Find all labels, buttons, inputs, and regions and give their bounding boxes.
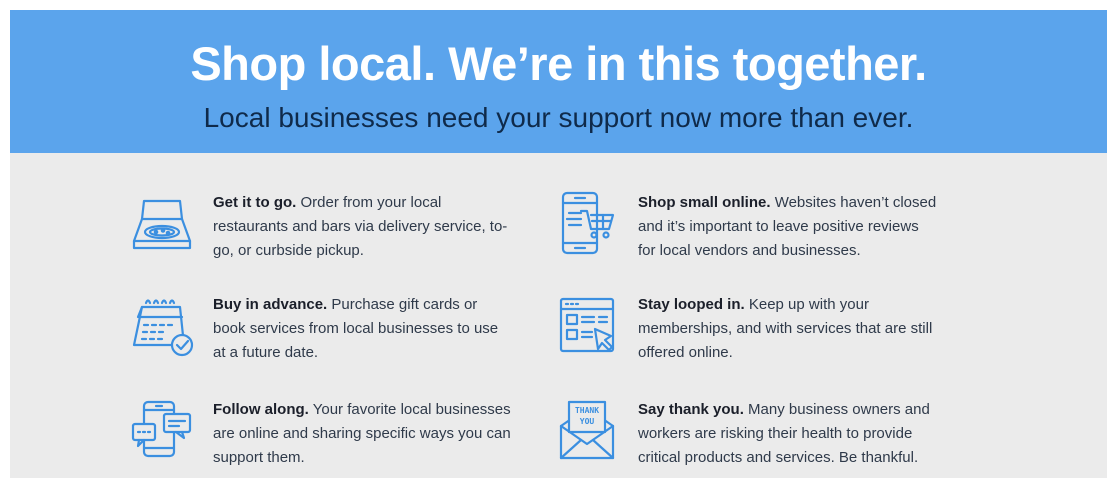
svg-text:THANK: THANK — [575, 406, 599, 415]
headline: Shop local. We’re in this together. — [190, 37, 927, 90]
shop-local-card: Shop local. We’re in this together. Loca… — [10, 10, 1107, 478]
phone-cart-icon — [555, 191, 619, 255]
tip-title: Shop small online. — [638, 194, 771, 211]
tip-title: Buy in advance. — [213, 296, 328, 313]
phone-chat-icon — [130, 398, 194, 462]
tip-text: Follow along. Your favorite local busine… — [213, 398, 513, 470]
tip-title: Stay looped in. — [638, 296, 745, 313]
calendar-check-icon — [130, 293, 194, 357]
tip-text: Say thank you. Many business owners and … — [638, 398, 938, 470]
tip-title: Say thank you. — [638, 401, 744, 418]
tip-text: Shop small online. Websites haven’t clos… — [638, 191, 938, 263]
tip-text: Buy in advance. Purchase gift cards or b… — [213, 293, 513, 365]
svg-text:YOU: YOU — [580, 417, 595, 426]
tip-text: Stay looped in. Keep up with your member… — [638, 293, 938, 365]
pizza-box-icon — [130, 191, 194, 255]
header-banner: Shop local. We’re in this together. Loca… — [10, 10, 1107, 153]
tip-title: Get it to go. — [213, 194, 297, 211]
tip-text: Get it to go. Order from your local rest… — [213, 191, 513, 263]
browser-cursor-icon — [555, 293, 619, 357]
subheadline: Local businesses need your support now m… — [203, 102, 914, 133]
tip-title: Follow along. — [213, 401, 309, 418]
thank-you-envelope-icon: THANK YOU — [555, 398, 619, 462]
